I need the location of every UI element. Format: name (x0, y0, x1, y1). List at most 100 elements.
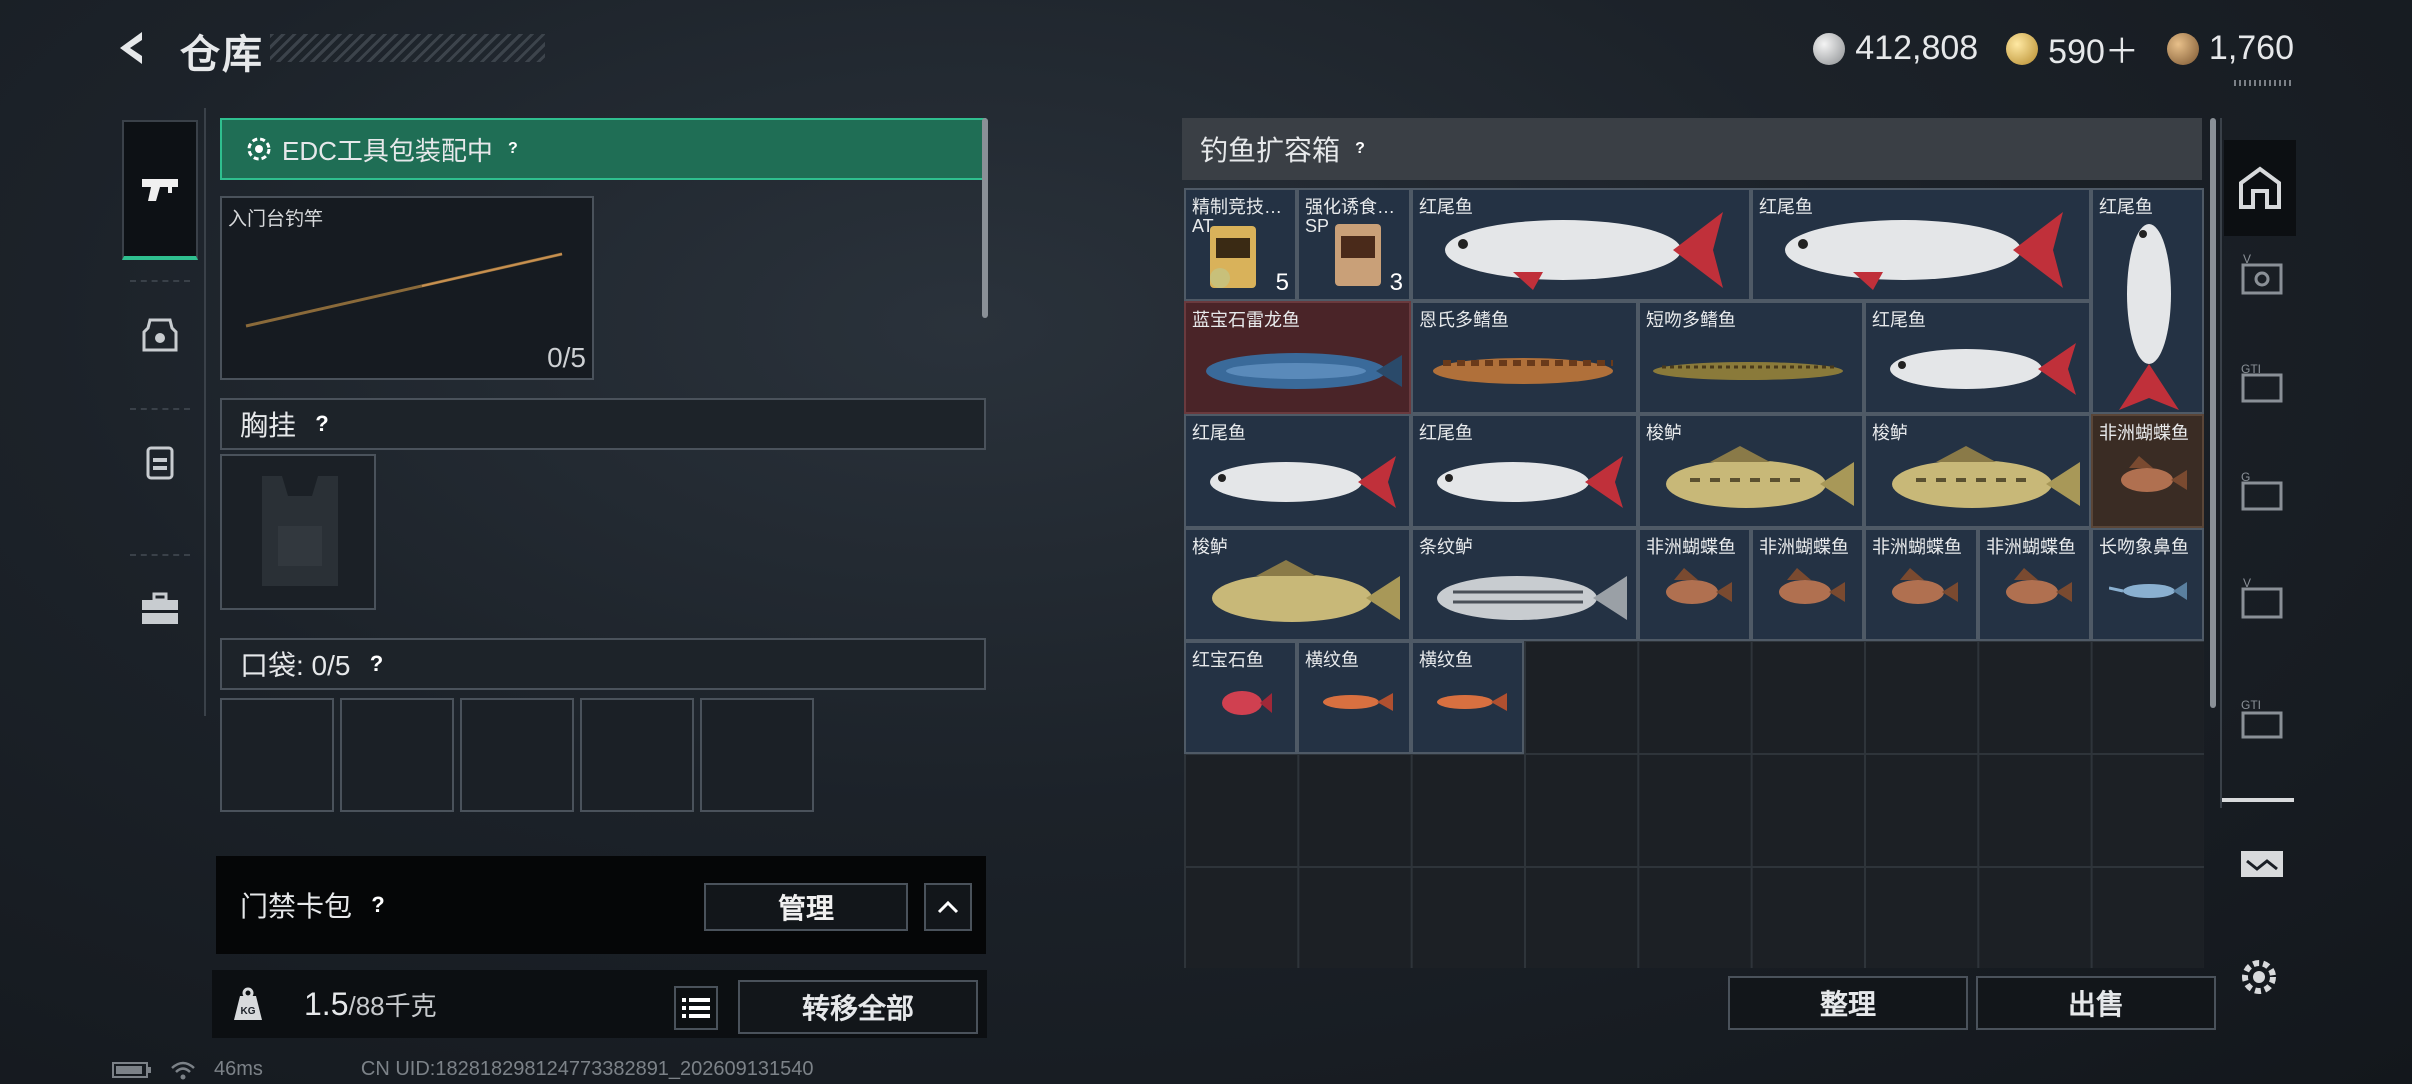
scrollbar[interactable] (982, 118, 988, 318)
tab-storage-case-gti2[interactable]: GTI (2230, 688, 2294, 752)
tab-toolbox[interactable] (124, 572, 196, 644)
currency-bronze-value: 1,760 (2208, 29, 2294, 67)
pocket-slots (220, 698, 814, 812)
redtail-fish-icon (1890, 343, 2076, 395)
uid-text: CN UID:182818298124773382891_20260913154… (360, 1058, 814, 1080)
fish-item[interactable]: 非洲蝴蝶鱼 (1638, 528, 1751, 641)
fish-item[interactable]: 条纹鲈 (1411, 528, 1638, 641)
tab-storage-case-g[interactable]: G (2230, 460, 2294, 524)
fish-item[interactable]: 红尾鱼 (1411, 188, 1751, 301)
currency-silver[interactable]: 412,808 (1813, 29, 1978, 68)
fishing-rod-slot[interactable]: 入门台钓竿 0/5 (220, 196, 594, 380)
list-icon (682, 998, 710, 1018)
help-icon[interactable]: ? (362, 650, 390, 678)
fish-item[interactable]: 长吻象鼻鱼 (2091, 528, 2204, 641)
fish-item[interactable]: 红尾鱼 (1411, 414, 1638, 528)
item-name: 非洲蝴蝶鱼 (1646, 537, 1736, 557)
svg-text:V: V (2243, 576, 2251, 590)
settings-gear-icon[interactable] (2234, 952, 2284, 1002)
elephantnose-fish-icon (2109, 582, 2187, 600)
fish-item[interactable]: 非洲蝴蝶鱼 (1864, 528, 1978, 641)
sort-button[interactable]: 整理 (1728, 976, 1968, 1030)
help-icon[interactable]: ? (1350, 139, 1370, 159)
fishing-rod-image (245, 252, 563, 328)
fish-item[interactable]: 红宝石鱼 (1184, 641, 1297, 754)
fish-item[interactable]: 梭鲈 (1864, 414, 2091, 528)
fish-item[interactable]: 恩氏多鳍鱼 (1411, 301, 1638, 414)
striped-bass-icon (1437, 576, 1627, 620)
manage-button[interactable]: 管理 (704, 883, 908, 931)
transfer-all-button[interactable]: 转移全部 (738, 980, 978, 1034)
fish-item[interactable]: 梭鲈 (1638, 414, 1864, 528)
help-icon[interactable]: ? (308, 410, 336, 438)
right-storage-tabs: V GTI G V GTI (2220, 118, 2296, 877)
tab-storage-case-v2[interactable]: V (2230, 568, 2294, 632)
fish-item[interactable]: 非洲蝴蝶鱼 (1751, 528, 1864, 641)
list-view-button[interactable] (674, 986, 718, 1030)
currency-bronze[interactable]: 1,760 (2166, 29, 2294, 68)
edc-status-bar[interactable]: EDC工具包装配中 ? (220, 118, 986, 180)
pocket-label: 口袋: 0/5 (240, 650, 351, 681)
fish-item[interactable]: 蓝宝石雷龙鱼 (1184, 301, 1411, 414)
fish-item[interactable]: 非洲蝴蝶鱼 (1978, 528, 2091, 641)
bait-item-at[interactable]: 精制竞技… AT 5 (1184, 188, 1297, 301)
item-name: 恩氏多鳍鱼 (1419, 310, 1509, 330)
svg-text:KG: KG (241, 1006, 256, 1017)
fish-item[interactable]: 红尾鱼 (2091, 188, 2204, 414)
fish-item[interactable]: 红尾鱼 (1184, 414, 1411, 528)
vest-slot[interactable] (220, 454, 376, 610)
pocket-slot[interactable] (580, 698, 694, 812)
weight-value: 1.5 (304, 986, 349, 1022)
bait-item-sp[interactable]: 强化诱食… SP 3 (1297, 188, 1411, 301)
weight-unit: /88千克 (348, 991, 437, 1021)
collapse-button[interactable] (924, 883, 972, 931)
tab-weapon[interactable] (122, 120, 198, 260)
redtail-fish-vertical-icon (2119, 224, 2179, 410)
tab-separator (130, 408, 190, 410)
pocket-slot[interactable] (340, 698, 454, 812)
tab-helmet[interactable] (124, 298, 196, 370)
tab-fishing-box[interactable] (2230, 832, 2294, 896)
vest-label: 胸挂 (240, 410, 297, 441)
snakehead-fish-icon (1206, 353, 1402, 389)
zander-fish-icon (1666, 446, 1854, 508)
tab-storage-case-v[interactable]: V (2230, 244, 2294, 308)
fish-item[interactable]: 梭鲈 (1184, 528, 1411, 641)
fish-item[interactable]: 横纹鱼 (1411, 641, 1524, 754)
warehouse-icon (2239, 166, 2281, 209)
banded-fish-icon (1437, 693, 1507, 711)
help-icon[interactable]: ? (503, 139, 523, 159)
currency-decoration (2234, 80, 2294, 86)
tab-storage-case-gti[interactable]: GTI (2230, 352, 2294, 416)
back-arrow-icon[interactable] (112, 26, 156, 70)
bait-bag-icon (1335, 224, 1381, 286)
vest-section-header: 胸挂 ? (220, 398, 986, 450)
currency-gold[interactable]: 590＋ (2006, 24, 2139, 73)
silver-coin-icon (1813, 32, 1846, 65)
redtail-fish-icon (1785, 212, 2063, 290)
scrollbar[interactable] (2210, 118, 2216, 708)
help-icon[interactable]: ? (364, 891, 392, 919)
pocket-slot[interactable] (220, 698, 334, 812)
tab-vest[interactable] (124, 426, 196, 498)
butterflyfish-icon (1666, 568, 1732, 604)
zander-fish-icon (1892, 446, 2080, 508)
pocket-slot[interactable] (460, 698, 574, 812)
tab-warehouse[interactable] (2224, 140, 2296, 236)
fish-item[interactable]: 横纹鱼 (1297, 641, 1411, 754)
pocket-slot[interactable] (700, 698, 814, 812)
fish-item[interactable]: 红尾鱼 (1751, 188, 2091, 301)
item-name: 红宝石鱼 (1192, 650, 1264, 670)
fish-item[interactable]: 红尾鱼 (1864, 301, 2091, 414)
sell-button[interactable]: 出售 (1976, 976, 2216, 1030)
case-icon: G (2241, 470, 2283, 511)
tab-separator (130, 280, 190, 282)
tab-separator (130, 554, 190, 556)
svg-text:V: V (2243, 252, 2251, 266)
fish-item[interactable]: 短吻多鳍鱼 (1638, 301, 1864, 414)
bichir-fish-icon (1433, 358, 1613, 384)
svg-text:GTI: GTI (2241, 362, 2261, 376)
item-name: 非洲蝴蝶鱼 (1872, 537, 1962, 557)
fish-item[interactable]: 非洲蝴蝶鱼 (2091, 414, 2204, 528)
bichir-fish-icon (1653, 362, 1843, 380)
